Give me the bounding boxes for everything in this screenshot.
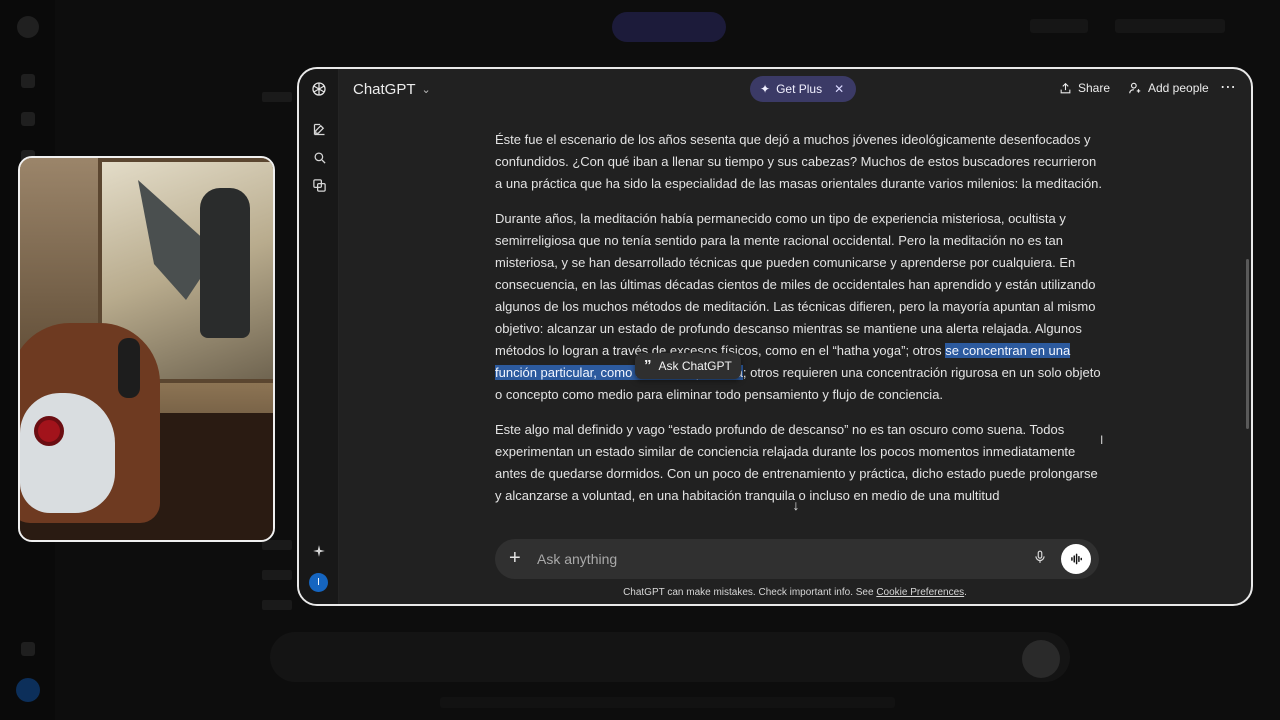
background-avatar: [16, 678, 40, 702]
add-people-label: Add people: [1148, 81, 1209, 95]
chevron-down-icon: ⌄: [421, 84, 431, 96]
chatgpt-window: I ChatGPT ⌄ ✦ Get Plus ✕ Share Add peopl…: [297, 67, 1253, 606]
webcam-headset: [118, 338, 140, 398]
plus-icon[interactable]: +: [509, 548, 521, 568]
background-send-button: [1022, 640, 1060, 678]
mic-icon[interactable]: [1033, 549, 1047, 570]
composer: +: [495, 539, 1099, 579]
header: ChatGPT ⌄ ✦ Get Plus ✕ Share Add people …: [339, 69, 1251, 109]
webcam-overlay: [18, 156, 275, 542]
search-icon[interactable]: [309, 147, 329, 167]
prompt-input[interactable]: [537, 549, 1017, 569]
sparkle-icon: ✦: [760, 82, 771, 96]
app-title: ChatGPT: [353, 81, 416, 98]
voice-mode-icon[interactable]: [1061, 544, 1091, 574]
paragraph-text: Durante años, la meditación había perman…: [495, 211, 1096, 358]
add-person-icon: [1129, 82, 1141, 94]
avatar[interactable]: I: [309, 573, 328, 592]
sidebar-rail: I: [299, 69, 339, 604]
webcam-eye: [34, 416, 64, 446]
add-people-button[interactable]: Add people: [1128, 81, 1209, 95]
message-paragraph: Este algo mal definido y vago “estado pr…: [495, 422, 1098, 503]
ask-chatgpt-popup[interactable]: ” Ask ChatGPT: [635, 353, 741, 379]
conversation-content: Éste fue el escenario de los años sesent…: [495, 109, 1105, 547]
background-text: [262, 92, 292, 102]
background-text: [262, 570, 292, 580]
library-icon[interactable]: [309, 175, 329, 195]
message-paragraph: Éste fue el escenario de los años sesent…: [495, 132, 1103, 191]
text-cursor-icon: I: [1100, 433, 1104, 447]
background-share: [1030, 19, 1088, 33]
quote-icon: ”: [644, 357, 652, 374]
ellipsis-icon[interactable]: ⋯: [1220, 77, 1237, 97]
ask-chatgpt-label: Ask ChatGPT: [658, 359, 732, 373]
share-icon: [1060, 82, 1071, 93]
disclaimer-text: ChatGPT can make mistakes. Check importa…: [623, 587, 877, 598]
webcam-cat-statue: [200, 188, 250, 338]
get-plus-button[interactable]: ✦ Get Plus ✕: [750, 76, 857, 102]
close-icon[interactable]: ✕: [834, 82, 844, 96]
background-footer: [440, 697, 895, 708]
background-text: [262, 600, 292, 610]
background-logo-icon: [17, 16, 39, 38]
background-rail-icon: [21, 74, 35, 88]
webcam-face: [20, 393, 115, 513]
background-rail-icon: [21, 642, 35, 656]
background-text: [262, 540, 292, 550]
new-chat-icon[interactable]: [309, 119, 329, 139]
message-paragraph: Durante años, la meditación había perman…: [495, 208, 1105, 406]
disclaimer: ChatGPT can make mistakes. Check importa…: [339, 587, 1251, 598]
share-label: Share: [1078, 81, 1111, 95]
cookie-preferences-link[interactable]: Cookie Preferences: [876, 587, 964, 598]
disclaimer-end: .: [964, 587, 967, 598]
background-rail-icon: [21, 112, 35, 126]
openai-logo-icon[interactable]: [309, 79, 329, 99]
scrollbar[interactable]: [1246, 259, 1249, 429]
background-add-people: [1115, 19, 1225, 33]
background-composer: [270, 632, 1070, 682]
model-switcher[interactable]: ChatGPT ⌄: [353, 81, 431, 98]
background-get-plus: [612, 12, 726, 42]
share-button[interactable]: Share: [1059, 81, 1110, 95]
sparkle-icon[interactable]: [309, 541, 329, 561]
scroll-down-icon[interactable]: ↓: [787, 497, 805, 515]
get-plus-label: Get Plus: [776, 82, 823, 96]
